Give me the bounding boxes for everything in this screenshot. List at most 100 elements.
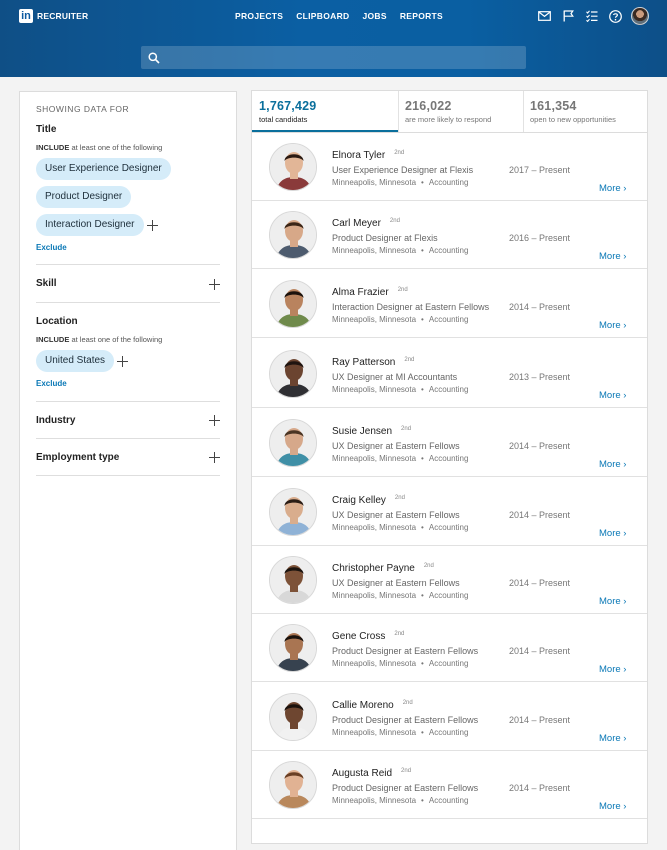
candidate-row[interactable]: Susie Jensen 2nd UX Designer at Eastern Fe…: [252, 409, 647, 477]
candidate-avatar[interactable]: [269, 280, 317, 328]
candidate-name[interactable]: Alma Frazier 2nd: [332, 287, 408, 298]
candidate-name[interactable]: Gene Cross 2nd: [332, 631, 404, 642]
meta-separator: •: [421, 385, 424, 394]
candidate-avatar[interactable]: [269, 350, 317, 398]
candidate-company: Eastern Fellows: [395, 578, 460, 588]
candidate-name[interactable]: Augusta Reid 2nd: [332, 768, 411, 779]
user-avatar[interactable]: [631, 7, 649, 25]
search-input[interactable]: [141, 46, 526, 69]
candidate-name-text[interactable]: Ray Patterson: [332, 357, 395, 368]
candidate-avatar[interactable]: [269, 693, 317, 741]
candidate-name-text[interactable]: Susie Jensen: [332, 426, 392, 437]
add-skill-plus-icon[interactable]: [209, 279, 220, 290]
candidate-row[interactable]: Gene Cross 2nd Product Designer at Eastern…: [252, 614, 647, 682]
candidate-location: Minneapolis, Minnesota: [332, 591, 417, 600]
location-chip-united-states[interactable]: United States: [36, 350, 115, 372]
more-link[interactable]: More ›: [599, 459, 626, 470]
divider: [252, 337, 647, 338]
title-chip-interaction-designer[interactable]: Interaction Designer: [36, 214, 144, 236]
add-employment-type-plus-icon[interactable]: [209, 452, 220, 463]
add-industry-plus-icon[interactable]: [209, 415, 220, 426]
candidate-name[interactable]: Craig Kelley 2nd: [332, 495, 405, 506]
candidate-meta: Minneapolis, Minnesota • Accounting: [332, 796, 468, 805]
title-exclude-link[interactable]: Exclude: [36, 243, 67, 252]
candidate-avatar[interactable]: [269, 624, 317, 672]
candidate-row[interactable]: Augusta Reid 2nd Product Designer at Easte…: [252, 751, 647, 819]
nav-jobs[interactable]: JOBS: [362, 11, 386, 21]
candidate-name-text[interactable]: Gene Cross: [332, 631, 385, 642]
more-link[interactable]: More ›: [599, 390, 626, 401]
candidate-name-text[interactable]: Elnora Tyler: [332, 150, 385, 161]
employment-type-filter-label[interactable]: Employment type: [36, 452, 119, 463]
candidate-row[interactable]: Craig Kelley 2nd UX Designer at Eastern Fe…: [252, 478, 647, 546]
candidate-headline: Product Designer at Eastern Fellows: [332, 646, 478, 656]
candidate-name[interactable]: Susie Jensen 2nd: [332, 426, 411, 437]
candidate-avatar[interactable]: [269, 211, 317, 259]
location-exclude-link[interactable]: Exclude: [36, 379, 67, 388]
candidate-row[interactable]: Ray Patterson 2nd UX Designer at MI Accoun…: [252, 340, 647, 408]
skill-filter-label[interactable]: Skill: [36, 278, 57, 289]
candidate-avatar[interactable]: [269, 488, 317, 536]
more-link[interactable]: More ›: [599, 664, 626, 675]
candidate-name[interactable]: Ray Patterson 2nd: [332, 357, 414, 368]
more-link[interactable]: More ›: [599, 801, 626, 812]
recruiter-logo[interactable]: in RECRUITER: [19, 9, 88, 23]
filter-panel: SHOWING DATA FOR Title INCLUDE at least …: [19, 91, 237, 850]
divider: [252, 268, 647, 269]
title-chip-product-designer[interactable]: Product Designer: [36, 186, 132, 208]
stat-open-label: open to new opportunities: [530, 115, 616, 124]
industry-filter-label[interactable]: Industry: [36, 415, 75, 426]
nav-clipboard[interactable]: CLIPBOARD: [296, 11, 349, 21]
candidate-meta: Minneapolis, Minnesota • Accounting: [332, 728, 468, 737]
tasks-icon[interactable]: [585, 9, 599, 23]
candidate-headline: UX Designer at Eastern Fellows: [332, 510, 460, 520]
flag-icon[interactable]: [561, 9, 575, 23]
candidate-role: Product Designer: [332, 646, 402, 656]
candidate-dates: 2014 – Present: [509, 302, 571, 312]
stat-tab-total[interactable]: 1,767,429 total candidats: [252, 91, 398, 133]
candidate-avatar[interactable]: [269, 143, 317, 191]
candidate-avatar[interactable]: [269, 761, 317, 809]
more-link[interactable]: More ›: [599, 596, 626, 607]
candidate-avatar[interactable]: [269, 556, 317, 604]
candidate-row[interactable]: Alma Frazier 2nd Interaction Designer at E…: [252, 270, 647, 338]
candidate-avatar[interactable]: [269, 419, 317, 467]
more-link[interactable]: More ›: [599, 183, 626, 194]
candidate-row[interactable]: Carl Meyer 2nd Product Designer at Flexis M…: [252, 201, 647, 269]
stat-tab-likely-to-respond[interactable]: 216,022 are more likely to respond: [398, 91, 523, 132]
stat-total-label: total candidats: [259, 115, 308, 124]
help-icon[interactable]: [608, 9, 622, 23]
candidate-row[interactable]: Callie Moreno 2nd Product Designer at East…: [252, 683, 647, 751]
stat-tab-open-to-opportunities[interactable]: 161,354 open to new opportunities: [523, 91, 647, 132]
candidate-name-text[interactable]: Carl Meyer: [332, 218, 381, 229]
mail-icon[interactable]: [538, 9, 552, 23]
candidate-name[interactable]: Callie Moreno 2nd: [332, 700, 413, 711]
candidate-name-text[interactable]: Alma Frazier: [332, 287, 389, 298]
more-link[interactable]: More ›: [599, 528, 626, 539]
candidate-at: at: [385, 441, 394, 451]
candidate-dates: 2017 – Present: [509, 165, 571, 175]
candidate-row[interactable]: Christopher Payne 2nd UX Designer at Easte…: [252, 546, 647, 614]
candidate-name[interactable]: Carl Meyer 2nd: [332, 218, 400, 229]
title-chip-user-experience-designer[interactable]: User Experience Designer: [36, 158, 171, 180]
candidate-name[interactable]: Christopher Payne 2nd: [332, 563, 434, 574]
candidate-name-text[interactable]: Christopher Payne: [332, 563, 415, 574]
candidate-location: Minneapolis, Minnesota: [332, 246, 417, 255]
candidate-name-text[interactable]: Callie Moreno: [332, 700, 394, 711]
candidate-name-text[interactable]: Augusta Reid: [332, 768, 392, 779]
candidate-meta: Minneapolis, Minnesota • Accounting: [332, 659, 468, 668]
candidate-location: Minneapolis, Minnesota: [332, 178, 417, 187]
candidate-name-text[interactable]: Craig Kelley: [332, 495, 386, 506]
candidate-company: Eastern Fellows: [425, 302, 490, 312]
nav-projects[interactable]: PROJECTS: [235, 11, 283, 21]
nav-reports[interactable]: REPORTS: [400, 11, 443, 21]
candidate-row[interactable]: Elnora Tyler 2nd User Experience Designer …: [252, 133, 647, 201]
candidate-name[interactable]: Elnora Tyler 2nd: [332, 150, 404, 161]
add-location-plus-icon[interactable]: [117, 356, 128, 367]
more-link[interactable]: More ›: [599, 733, 626, 744]
location-include-note: INCLUDE at least one of the following: [36, 335, 162, 344]
add-title-plus-icon[interactable]: [147, 220, 158, 231]
candidate-at: at: [415, 302, 423, 312]
more-link[interactable]: More ›: [599, 320, 626, 331]
more-link[interactable]: More ›: [599, 251, 626, 262]
